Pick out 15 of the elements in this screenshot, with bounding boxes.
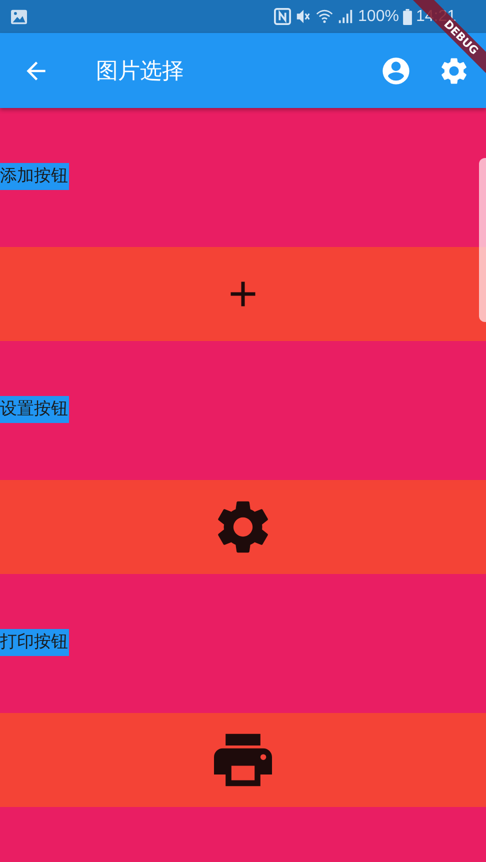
image-icon	[10, 8, 28, 24]
app-bar-title: 图片选择	[96, 58, 184, 86]
battery-percentage: 100%	[358, 8, 399, 26]
settings-icon[interactable]	[215, 499, 271, 555]
nfc-icon	[274, 8, 292, 25]
battery-icon	[402, 8, 412, 24]
section-label: 打印按钮	[0, 629, 69, 656]
signal-icon	[337, 8, 354, 25]
section-label: 设置按钮	[0, 396, 69, 423]
account-icon	[380, 54, 412, 86]
edge-panel-handle[interactable]	[479, 158, 486, 322]
section-label: 添加按钮	[0, 163, 69, 190]
wifi-icon	[316, 8, 334, 25]
printer-icon[interactable]	[214, 733, 272, 787]
mute-icon	[295, 8, 312, 25]
